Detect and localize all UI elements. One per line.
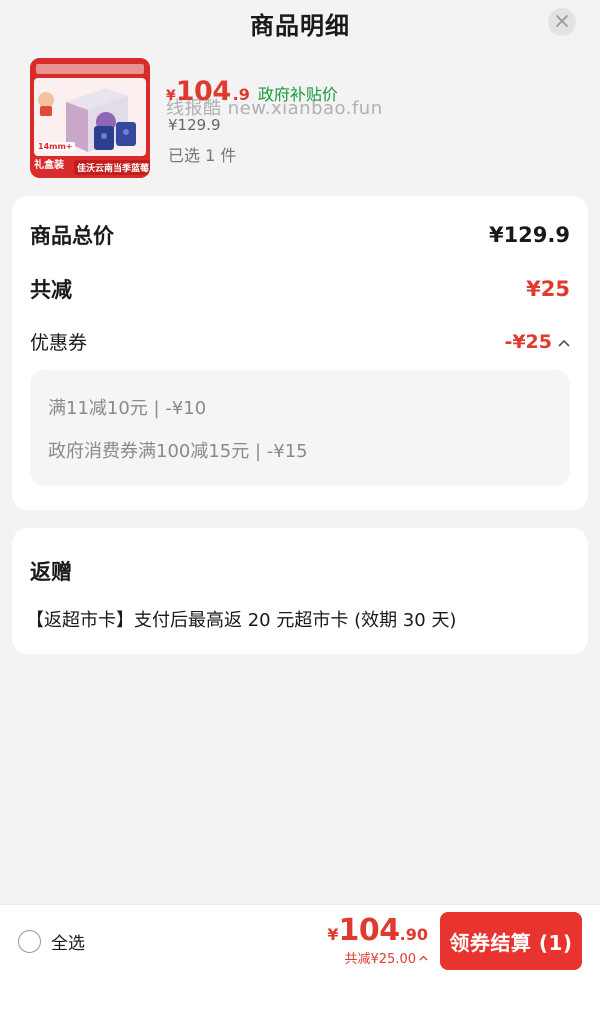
coupon-label: 优惠券 <box>30 332 88 354</box>
total-reduce-label: 共减 <box>30 278 72 302</box>
close-icon <box>555 13 569 32</box>
coupon-details: 满11减10元 | -¥10 政府消费券满100减15元 | -¥15 <box>30 370 570 486</box>
total-price-row: 商品总价 ¥129.9 <box>30 220 570 250</box>
gift-title: 返赠 <box>30 560 72 584</box>
checkout-total-price: ¥ 104 .90 <box>327 913 428 948</box>
chevron-up-icon <box>558 332 570 351</box>
checkout-price-decimal: .90 <box>399 925 428 944</box>
total-reduce-value: ¥25 <box>526 277 570 301</box>
thumbnail-banner: 佳沃云南当季蓝莓 <box>74 160 150 175</box>
checkout-bar: 全选 ¥ 104 .90 共减¥25.00 领券结算 (1) <box>0 904 600 976</box>
coupon-item: 满11减10元 | -¥10 <box>48 398 207 419</box>
page-title: 商品明细 <box>250 12 350 40</box>
selected-count: 已选 1 件 <box>168 146 237 165</box>
gift-card: 返赠 【返超市卡】支付后最高返 20 元超市卡 (效期 30 天) <box>12 528 588 654</box>
gift-description: 【返超市卡】支付后最高返 20 元超市卡 (效期 30 天) <box>26 610 457 631</box>
price-summary-card: 商品总价 ¥129.9 共减 ¥25 优惠券 -¥25 满11减10元 | -¥… <box>12 196 588 510</box>
checkout-reduce-toggle[interactable]: 共减¥25.00 <box>327 948 428 967</box>
coupon-value: -¥25 <box>504 330 552 353</box>
select-all-toggle[interactable]: 全选 <box>18 929 85 954</box>
product-thumbnail[interactable]: 14mm+ 礼盒装 佳沃云南当季蓝莓 <box>30 58 150 178</box>
checkout-price-integer: 104 <box>338 913 401 948</box>
bottom-safe-area <box>0 976 600 1027</box>
checkout-button[interactable]: 领券结算 (1) <box>440 912 582 970</box>
select-all-label: 全选 <box>51 934 85 954</box>
thumbnail-badge: 14mm+ <box>36 142 75 151</box>
header: 商品明细 <box>0 0 600 46</box>
coupon-toggle[interactable]: -¥25 <box>504 331 570 353</box>
total-price-label: 商品总价 <box>30 224 114 248</box>
thumbnail-giftbox-label: 礼盒装 <box>34 160 64 171</box>
select-all-radio[interactable] <box>18 930 41 953</box>
original-price: ¥129.9 <box>168 116 221 134</box>
chevron-up-icon <box>419 950 428 965</box>
checkout-reduce-text: 共减¥25.00 <box>344 952 417 967</box>
coupon-item: 政府消费券满100减15元 | -¥15 <box>48 441 308 462</box>
total-reduce-row: 共减 ¥25 <box>30 274 570 304</box>
checkout-currency: ¥ <box>327 925 339 944</box>
checkout-total: ¥ 104 .90 共减¥25.00 <box>327 913 428 967</box>
close-button[interactable] <box>548 8 576 36</box>
product-summary: 14mm+ 礼盒装 佳沃云南当季蓝莓 ¥ 104 .9 政府补贴价 线报酷 ne… <box>0 46 600 190</box>
total-price-value: ¥129.9 <box>488 223 570 247</box>
coupon-row[interactable]: 优惠券 -¥25 <box>30 328 570 355</box>
